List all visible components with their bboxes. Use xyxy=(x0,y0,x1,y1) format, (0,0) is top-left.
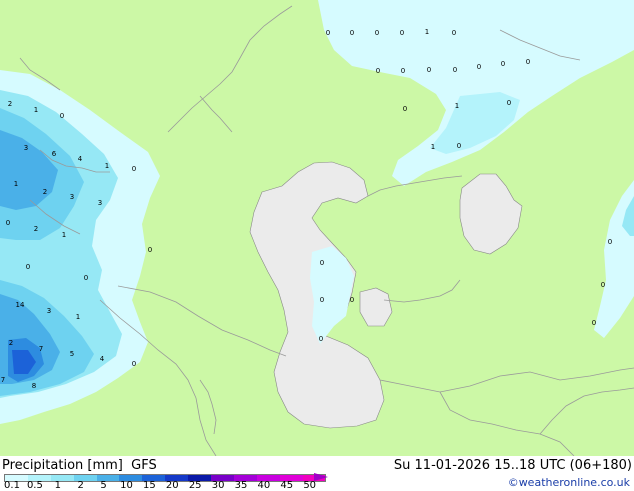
value-west-3: 0 xyxy=(60,112,64,120)
value-west-2: 1 xyxy=(34,106,38,114)
value-west-12: 3 xyxy=(98,199,102,207)
map-footer: Precipitation [mm] GFS Su 11-01-2026 15.… xyxy=(0,456,634,491)
value-west-9: 1 xyxy=(14,180,18,188)
legend-label: 1 xyxy=(54,480,61,491)
value-caspian-2: 0 xyxy=(320,296,324,304)
value-north-8: 0 xyxy=(401,67,405,75)
value-west-11: 3 xyxy=(70,193,74,201)
legend-label: 25 xyxy=(188,480,202,491)
value-caspian-1: 0 xyxy=(320,259,324,267)
value-west-14: 2 xyxy=(34,225,38,233)
value-north-16: 0 xyxy=(507,99,511,107)
value-west-27: 7 xyxy=(1,376,5,384)
precipitation-map: 0 0 0 0 1 00 0 0 0 0 0 00 1 01 02103641 012330210001431… xyxy=(0,0,634,456)
value-west-15: 1 xyxy=(62,231,66,239)
value-north-5: 1 xyxy=(425,28,429,36)
legend-label: 5 xyxy=(100,480,107,491)
value-west-10: 2 xyxy=(43,188,47,196)
map-title: Precipitation [mm] GFS xyxy=(2,458,157,473)
value-west-28: 8 xyxy=(32,382,36,390)
legend-label: 40 xyxy=(257,480,271,491)
value-caspian-3: 0 xyxy=(350,296,354,304)
value-north-4: 0 xyxy=(400,29,404,37)
value-north-14: 0 xyxy=(403,105,407,113)
value-west-5: 6 xyxy=(52,150,57,158)
value-north-15: 1 xyxy=(455,102,459,110)
value-west-22: 2 xyxy=(9,339,13,347)
legend-label: 0.5 xyxy=(26,480,43,491)
value-north-12: 0 xyxy=(501,60,505,68)
credit-link[interactable]: ©weatheronline.co.uk xyxy=(508,476,630,489)
legend-label: 15 xyxy=(143,480,156,491)
value-north-18: 0 xyxy=(457,142,461,150)
value-west-18: 0 xyxy=(84,274,88,282)
value-north-2: 0 xyxy=(350,29,354,37)
value-west-13: 0 xyxy=(6,219,10,227)
value-west-17: 0 xyxy=(26,263,30,271)
legend-label: 2 xyxy=(77,480,84,491)
value-north-11: 0 xyxy=(477,63,481,71)
value-west-23: 7 xyxy=(39,345,43,353)
legend-label: 10 xyxy=(120,480,133,491)
value-north-13: 0 xyxy=(526,58,530,66)
value-north-10: 0 xyxy=(453,66,457,74)
value-west-8: 0 xyxy=(132,165,136,173)
kara-bogaz-gol xyxy=(359,287,393,327)
value-west-20: 3 xyxy=(47,307,51,315)
value-east-3: 0 xyxy=(592,319,596,327)
value-west-1: 2 xyxy=(8,100,12,108)
value-west-25: 4 xyxy=(100,355,105,363)
legend-label: 35 xyxy=(234,480,248,491)
valid-time: Su 11-01-2026 15..18 UTC (06+180) xyxy=(393,458,632,473)
value-east-2: 0 xyxy=(601,281,605,289)
value-north-1: 0 xyxy=(326,29,330,37)
value-north-17: 1 xyxy=(431,143,435,151)
value-west-26: 0 xyxy=(132,360,136,368)
legend-label: 0.1 xyxy=(4,480,20,491)
legend-labels: 0.1 0.5 1 2 5 10 15 20 25 30 35 40 45 50 xyxy=(0,480,340,491)
value-north-9: 0 xyxy=(427,66,431,74)
legend-label: 30 xyxy=(211,480,225,491)
value-west-6: 4 xyxy=(78,155,83,163)
value-west-19: 14 xyxy=(16,301,25,309)
value-west-21: 1 xyxy=(76,313,80,321)
value-west-16: 0 xyxy=(148,246,152,254)
value-north-3: 0 xyxy=(375,29,379,37)
value-west-4: 3 xyxy=(24,144,28,152)
legend-label: 50 xyxy=(303,480,317,491)
value-north-6: 0 xyxy=(452,29,456,37)
legend-label: 45 xyxy=(280,480,294,491)
value-west-24: 5 xyxy=(70,350,74,358)
value-caspian-4: 0 xyxy=(319,335,323,343)
legend-label: 20 xyxy=(165,480,179,491)
value-north-7: 0 xyxy=(376,67,380,75)
value-west-7: 1 xyxy=(105,162,109,170)
value-east-1: 0 xyxy=(608,238,612,246)
